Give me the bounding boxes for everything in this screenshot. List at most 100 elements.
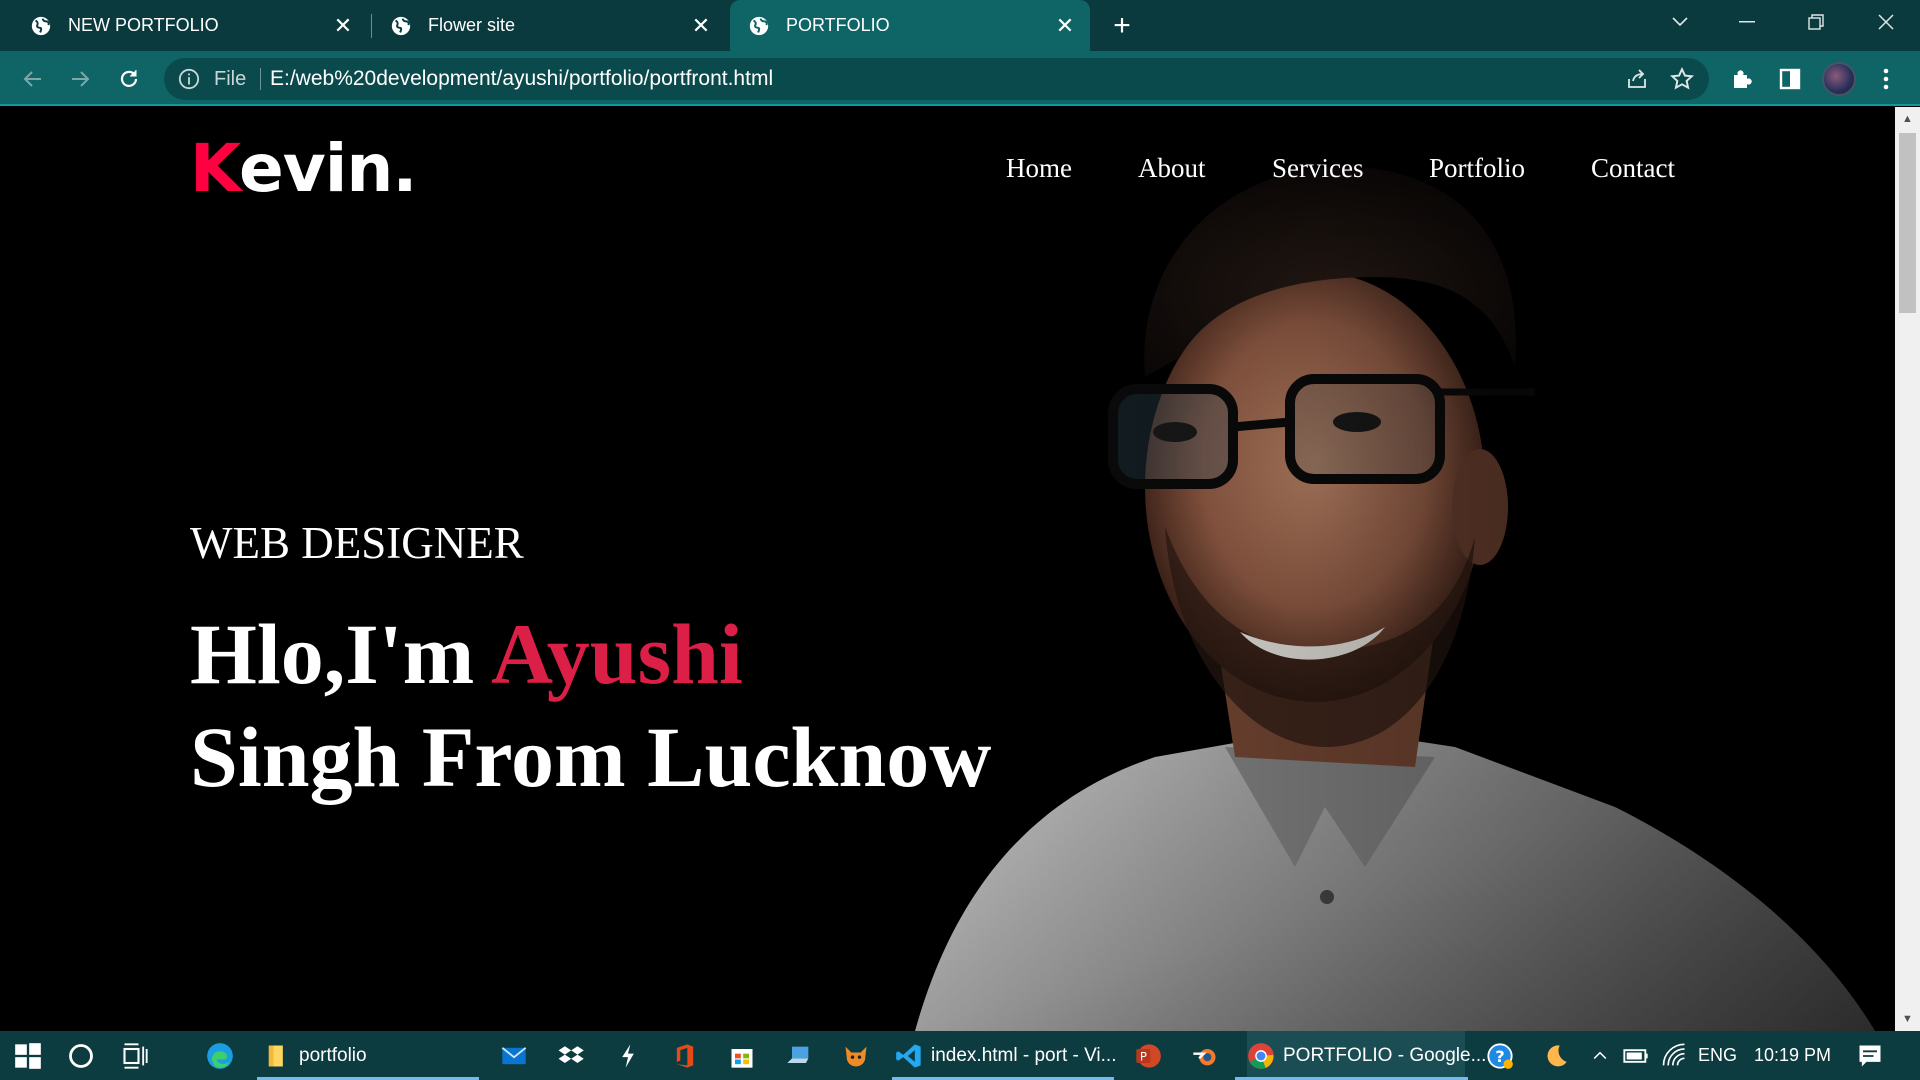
scrollbar-thumb[interactable] [1899,133,1916,313]
omnibox-divider [260,68,261,90]
folder-icon [268,1045,283,1066]
nav-portfolio[interactable]: Portfolio [1429,153,1525,184]
edge-icon [207,1042,233,1069]
close-tab-icon[interactable]: ✕ [332,13,354,38]
new-tab-button[interactable]: + [1104,8,1140,44]
mail-icon [501,1046,527,1064]
nav-about[interactable]: About [1138,153,1206,184]
profile-avatar[interactable] [1822,62,1856,96]
info-icon[interactable] [178,68,200,90]
globe-icon [31,16,51,35]
taskbar-item-label: portfolio [299,1044,367,1066]
site-logo[interactable]: Kevin. [190,130,417,207]
arrow-left-icon [23,71,41,87]
logo-accent-letter: K [190,130,240,207]
menu-button[interactable] [1872,65,1900,93]
tab-search-button[interactable] [1650,0,1710,44]
kebab-menu-icon [1883,68,1889,90]
tray-help[interactable]: ? [1486,1031,1522,1080]
windows-logo-icon [15,1042,41,1069]
moon-icon [1547,1044,1567,1066]
action-center-button[interactable] [1856,1031,1892,1080]
minimize-icon [1739,21,1755,23]
extensions-button[interactable] [1728,65,1756,93]
tab-title: Flower site [428,15,516,35]
side-panel-icon [1779,68,1801,90]
tab-title: NEW PORTFOLIO [68,15,219,35]
hero-portrait-image [895,107,1895,1031]
hero-headline: Hlo,I'm Ayushi Singh From Lucknow [190,603,991,809]
tray-wifi[interactable] [1660,1031,1696,1080]
taskbar-mail[interactable] [500,1031,536,1080]
tab-new-portfolio[interactable]: NEW PORTFOLIO ✕ [0,0,368,51]
scroll-up-arrow-icon[interactable]: ▲ [1895,107,1920,131]
forward-button[interactable] [60,59,100,99]
restore-button[interactable] [1786,0,1846,44]
notification-icon [1859,1045,1881,1066]
browser-toolbar: File E:/web%20development/ayushi/portfol… [0,51,1920,106]
close-icon [1878,14,1894,30]
start-button[interactable] [14,1031,50,1080]
side-panel-button[interactable] [1776,65,1804,93]
blender-icon [1193,1048,1216,1065]
bookmark-star-icon[interactable] [1669,66,1695,92]
taskbar-dropbox[interactable] [557,1031,593,1080]
taskbar-item-label: PORTFOLIO - Google... [1283,1044,1487,1066]
language-indicator[interactable]: ENG [1698,1031,1737,1080]
taskbar-app-bolt[interactable] [614,1031,650,1080]
page-viewport: Kevin. Home About Services Portfolio Con… [0,107,1895,1031]
nav-home[interactable]: Home [1006,153,1072,184]
nav-contact[interactable]: Contact [1591,153,1675,184]
puzzle-icon [1734,70,1752,88]
taskbar-app-device[interactable] [785,1031,821,1080]
taskbar-vscode[interactable]: index.html - port - Vi... [895,1031,1117,1080]
nav-services[interactable]: Services [1272,153,1363,184]
taskbar-blender[interactable] [1191,1031,1227,1080]
url-text[interactable]: E:/web%20development/ayushi/portfolio/po… [270,67,773,91]
taskbar-edge[interactable] [206,1031,242,1080]
scroll-down-arrow-icon[interactable]: ▼ [1895,1007,1920,1031]
laptop-icon [787,1046,809,1063]
headline-line2: Singh From Lucknow [190,709,992,805]
taskbar-app-fox[interactable] [842,1031,878,1080]
task-view-button[interactable] [121,1031,157,1080]
taskbar-store[interactable] [728,1031,764,1080]
lightning-icon [622,1043,634,1068]
tab-flower-site[interactable]: Flower site ✕ [372,0,726,51]
taskbar-file-explorer[interactable]: portfolio [263,1031,479,1080]
back-button[interactable] [13,59,53,99]
close-tab-icon[interactable]: ✕ [690,13,712,38]
taskbar-chrome[interactable]: PORTFOLIO - Google... [1247,1031,1486,1080]
globe-icon [391,16,411,35]
close-window-button[interactable] [1856,0,1916,44]
logo-text: evin. [238,130,417,207]
address-bar[interactable]: File E:/web%20development/ayushi/portfol… [164,58,1709,100]
task-view-icon [123,1042,148,1069]
clock[interactable]: 10:19 PM [1754,1031,1831,1080]
wifi-icon [1662,1043,1685,1065]
page-scrollbar[interactable]: ▲ ▼ [1895,107,1920,1031]
tray-overflow[interactable] [1590,1031,1618,1080]
reload-button[interactable] [109,59,149,99]
minimize-button[interactable] [1717,0,1777,44]
tab-portfolio[interactable]: PORTFOLIO ✕ [730,0,1090,51]
close-tab-icon[interactable]: ✕ [1054,13,1076,38]
taskbar-office[interactable] [671,1031,707,1080]
globe-icon [749,16,769,35]
taskbar-item-label: index.html - port - Vi... [931,1044,1117,1066]
office-icon [676,1043,694,1068]
tray-battery[interactable] [1622,1031,1658,1080]
store-icon [731,1048,753,1068]
chevron-down-icon [1672,17,1688,27]
tab-title: PORTFOLIO [786,15,890,35]
windows-taskbar: portfolio index.html - port - Vi... P PO… [0,1031,1920,1080]
tab-strip: NEW PORTFOLIO ✕ Flower site ✕ PORTFOLIO … [0,0,1920,51]
restore-icon [1808,14,1824,30]
help-icon: ? [1487,1042,1513,1069]
hero-subtitle: WEB DESIGNER [190,518,524,568]
tray-night-light[interactable] [1541,1031,1577,1080]
fox-icon [845,1046,867,1066]
search-button[interactable] [67,1031,103,1080]
taskbar-powerpoint[interactable]: P [1134,1031,1170,1080]
share-icon[interactable] [1625,67,1649,91]
